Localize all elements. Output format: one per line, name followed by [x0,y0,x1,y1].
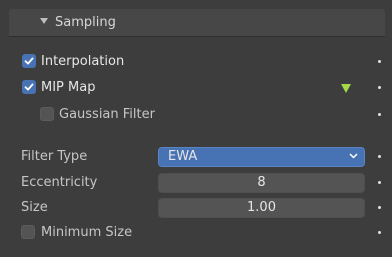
filter-type-row: Filter Type EWA [9,146,385,168]
decorator-dot-icon[interactable] [378,113,381,116]
gaussian-filter-checkbox[interactable] [40,107,54,121]
gaussian-filter-row: Gaussian Filter [9,104,385,126]
mip-map-checkbox[interactable] [22,80,36,94]
mip-map-row: MIP Map [9,77,385,99]
decorator-dot-icon[interactable] [378,181,381,184]
size-label: Size [21,200,48,215]
eccentricity-value: 8 [257,175,266,190]
keyframe-indicator-icon [341,84,351,93]
eccentricity-row: Eccentricity 8 [9,172,385,194]
eccentricity-field[interactable]: 8 [158,173,365,193]
minimum-size-label[interactable]: Minimum Size [41,225,132,240]
panel-title: Sampling [55,15,116,30]
checkmark-icon [24,83,34,91]
checkmark-icon [24,57,34,65]
size-value: 1.00 [247,200,276,215]
filter-type-value: EWA [168,149,198,164]
size-row: Size 1.00 [9,197,385,219]
filter-type-dropdown[interactable]: EWA [158,147,365,167]
interpolation-row: Interpolation [9,51,385,73]
size-field[interactable]: 1.00 [158,198,365,218]
decorator-dot-icon[interactable] [378,86,381,89]
panel-header[interactable]: Sampling [9,9,385,37]
minimum-size-checkbox[interactable] [21,225,35,239]
gaussian-filter-label[interactable]: Gaussian Filter [59,107,155,122]
decorator-dot-icon[interactable] [378,231,381,234]
eccentricity-label: Eccentricity [21,175,98,190]
minimum-size-row: Minimum Size [9,222,385,244]
decorator-dot-icon[interactable] [378,206,381,209]
mip-map-label[interactable]: MIP Map [41,80,95,95]
filter-type-label: Filter Type [21,149,88,164]
sampling-panel: Sampling Interpolation MIP Map Gaussian … [0,0,392,257]
decorator-dot-icon[interactable] [378,60,381,63]
interpolation-checkbox[interactable] [22,54,36,68]
chevron-down-icon [40,18,48,24]
interpolation-label[interactable]: Interpolation [41,54,124,69]
decorator-dot-icon[interactable] [378,155,381,158]
chevron-down-icon [349,153,358,159]
